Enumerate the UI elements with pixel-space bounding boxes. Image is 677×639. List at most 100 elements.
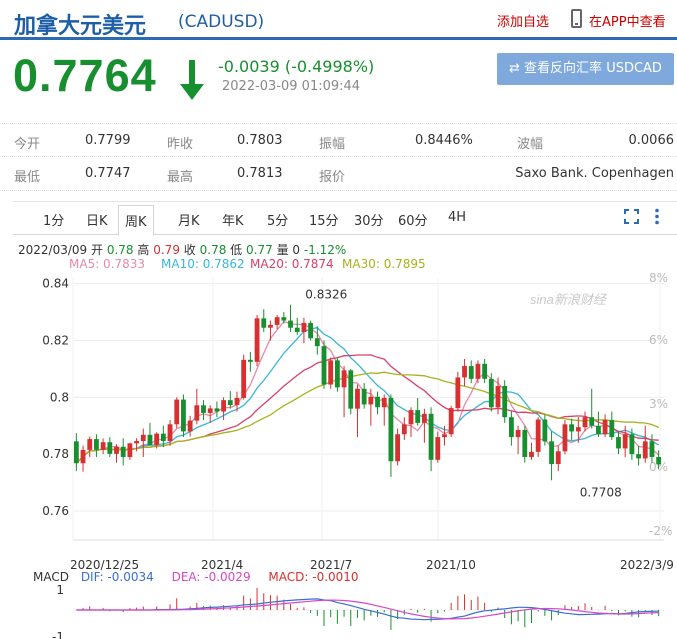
- candle-body: [596, 425, 601, 435]
- candle-body: [241, 359, 247, 398]
- tab-yearly[interactable]: 年K: [222, 210, 244, 229]
- candle-body: [575, 427, 581, 432]
- candle-body: [488, 378, 494, 408]
- tab-daily[interactable]: 日K: [86, 210, 108, 229]
- candle-body: [321, 346, 327, 385]
- candle-body: [214, 408, 220, 412]
- candle-body: [160, 433, 166, 442]
- y-tick-label: 0.84: [42, 277, 69, 291]
- x-tick-label: 2021/10: [426, 558, 476, 572]
- tab-30min[interactable]: 30分: [354, 210, 384, 229]
- candle-body: [294, 327, 300, 332]
- bar-close-label: 收: [183, 243, 196, 257]
- candle-body: [495, 385, 501, 408]
- candle-body: [247, 359, 253, 362]
- candle-body: [401, 424, 407, 435]
- candle-body: [107, 442, 113, 454]
- period-tabs: 1分 日K 周K 月K 年K 5分 15分 30分 60分 4H: [13, 205, 677, 236]
- macd-label: MACD: [33, 570, 69, 584]
- stats-row: 最低 0.7747 最高 0.7813 报价 Saxo Bank. Copenh…: [0, 157, 677, 191]
- low-value: 0.7747: [85, 166, 131, 181]
- currency-code: (CADUSD): [178, 12, 265, 32]
- candle-body: [274, 317, 280, 325]
- view-in-app-link[interactable]: 在APP中查看: [589, 11, 666, 30]
- macd-panel: 1 -1: [52, 583, 664, 639]
- y-axis: 0.84 0.82 0.8 0.78 0.76: [42, 277, 69, 518]
- quoter-value: Saxo Bank. Copenhagen: [515, 166, 674, 181]
- candle-body: [221, 400, 227, 412]
- candle-body: [154, 433, 160, 446]
- bar-open: 0.78: [106, 243, 134, 257]
- candle-body: [542, 419, 548, 442]
- ma-line-30: [75, 371, 659, 464]
- candle-body: [301, 322, 307, 332]
- candle-body: [174, 399, 180, 425]
- candle-body: [87, 439, 93, 450]
- candle-body: [147, 434, 153, 446]
- quoter-label: 报价: [319, 170, 346, 185]
- more-options-icon[interactable]: [654, 208, 660, 225]
- candle-body: [582, 417, 588, 428]
- candle-body: [254, 318, 260, 362]
- candle-body: [629, 434, 635, 455]
- candle-body: [375, 396, 380, 408]
- bar-high: 0.79: [153, 243, 180, 257]
- candle-body: [368, 396, 374, 405]
- reverse-rate-button[interactable]: ⇄ 查看反向汇率 USDCAD: [497, 53, 674, 85]
- macd-tick-label: -1: [52, 630, 64, 639]
- candle-body: [100, 442, 106, 450]
- candle-body: [415, 410, 421, 423]
- dea-value: DEA: -0.0029: [171, 570, 251, 584]
- candle-body: [127, 443, 133, 457]
- candle-body: [120, 446, 126, 457]
- candle-body: [207, 408, 213, 413]
- candle-body: [201, 405, 206, 413]
- candle-body: [194, 405, 200, 421]
- candle-body: [234, 397, 240, 405]
- arrow-down-icon: [180, 60, 204, 100]
- candle-body: [468, 366, 474, 379]
- candle-body: [442, 434, 447, 438]
- y-tick-label: 0.76: [42, 504, 69, 518]
- macd-legend: MACD DIF: -0.0034 DEA: -0.0029 MACD: -0.…: [33, 570, 359, 584]
- page-header: 加拿大元美元 (CADUSD) 添加自选 在APP中查看: [0, 0, 677, 40]
- candle-body: [348, 370, 354, 409]
- amplitude-value: 0.8446%: [415, 133, 473, 148]
- candle-body: [616, 437, 621, 449]
- bar-info: 2022/03/09 开 0.78 高 0.79 收 0.78 低 0.77 量…: [18, 241, 346, 258]
- pct-tick-label: -2%: [649, 524, 672, 538]
- y-tick-label: 0.78: [42, 447, 69, 461]
- candle-body: [549, 441, 554, 465]
- tab-monthly[interactable]: 月K: [178, 210, 200, 229]
- bar-low: 0.77: [246, 243, 273, 257]
- tab-4h[interactable]: 4H: [448, 210, 466, 225]
- open-value: 0.7799: [85, 133, 131, 148]
- candle-body: [314, 338, 320, 347]
- tab-weekly[interactable]: 周K: [118, 205, 154, 236]
- candle-body: [642, 441, 648, 459]
- tab-60min[interactable]: 60分: [398, 210, 428, 229]
- tab-5min[interactable]: 5分: [267, 210, 288, 229]
- candle-body: [80, 449, 86, 464]
- prev-close-value: 0.7803: [237, 133, 283, 148]
- candle-body: [522, 429, 528, 457]
- candle-body: [395, 434, 401, 462]
- fullscreen-icon[interactable]: [624, 209, 639, 224]
- candle-body: [181, 399, 186, 432]
- candle-body: [515, 429, 521, 438]
- candle-body: [649, 441, 655, 457]
- candle-body: [609, 420, 615, 438]
- candle-body: [341, 370, 347, 388]
- tab-1min[interactable]: 1分: [43, 210, 64, 229]
- candle-body: [334, 360, 340, 388]
- tab-15min[interactable]: 15分: [309, 210, 339, 229]
- candle-body: [448, 408, 454, 435]
- candle-body: [428, 413, 434, 460]
- low-label: 最低: [14, 170, 41, 185]
- candle-body: [636, 454, 641, 459]
- add-favorite-link[interactable]: 添加自选: [497, 11, 549, 30]
- pct-tick-label: 6%: [649, 333, 668, 347]
- high-value: 0.7813: [237, 166, 283, 181]
- x-tick-label: 2022/3/9: [620, 558, 674, 572]
- macd-tick-label: 1: [56, 583, 64, 597]
